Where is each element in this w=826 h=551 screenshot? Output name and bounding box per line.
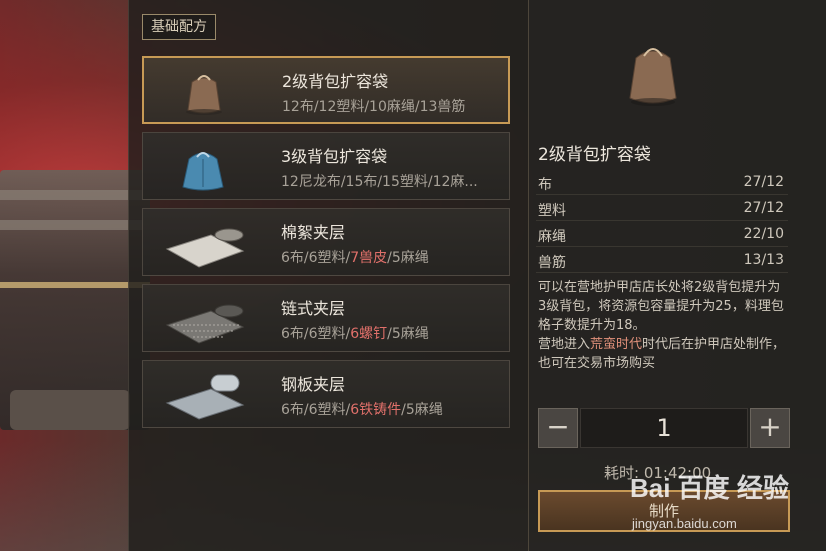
stat-row: 麻绳 22/10	[536, 224, 788, 247]
detail-title: 2级背包扩容袋	[538, 145, 651, 165]
brown-bag-icon	[629, 48, 677, 106]
recipe-materials: 12布/12塑料/10麻绳/13兽筋	[282, 99, 466, 115]
stat-label: 兽筋	[538, 255, 566, 271]
recipe-materials: 6布/6塑料/6螺钉/5麻绳	[281, 326, 429, 342]
stat-label: 布	[538, 177, 552, 193]
fabric-pile	[10, 390, 130, 430]
recipe-name: 2级背包扩容袋	[282, 72, 389, 91]
recipe-name: 钢板夹层	[281, 375, 346, 394]
decrease-button[interactable]: −	[538, 408, 578, 448]
increase-button[interactable]: +	[750, 408, 790, 448]
recipe-name: 链式夹层	[281, 299, 346, 318]
chain-layer-icon	[165, 304, 245, 344]
quantity-stepper[interactable]: − 1 +	[538, 408, 790, 448]
stat-label: 塑料	[538, 203, 566, 219]
craft-button[interactable]: 制作	[538, 490, 790, 532]
stat-value: 27/12	[743, 200, 784, 216]
recipe-materials: 12尼龙布/15布/15塑料/12麻...	[281, 174, 478, 190]
stat-value: 22/10	[743, 226, 784, 242]
quantity-value[interactable]: 1	[580, 408, 748, 448]
recipe-name: 3级背包扩容袋	[281, 147, 388, 166]
section-tag[interactable]: 基础配方	[142, 14, 216, 40]
recipe-item-钢板夹层[interactable]: 钢板夹层 6布/6塑料/6铁铸件/5麻绳	[142, 360, 510, 428]
steel-plate-icon	[165, 374, 245, 420]
stat-label: 麻绳	[538, 229, 566, 245]
stat-row: 兽筋 13/13	[536, 250, 788, 273]
brown-bag-icon	[186, 75, 222, 115]
blue-bag-icon	[182, 152, 224, 191]
stat-value: 13/13	[743, 252, 784, 268]
recipe-name: 棉絮夹层	[281, 223, 346, 242]
recipe-materials: 6布/6塑料/7兽皮/5麻绳	[281, 250, 429, 266]
stat-value: 27/12	[743, 174, 784, 190]
recipe-item-棉絮夹层[interactable]: 棉絮夹层 6布/6塑料/7兽皮/5麻绳	[142, 208, 510, 276]
recipe-item-链式夹层[interactable]: 链式夹层 6布/6塑料/6螺钉/5麻绳	[142, 284, 510, 352]
recipe-item-3级背包扩容袋[interactable]: 3级背包扩容袋 12尼龙布/15布/15塑料/12麻...	[142, 132, 510, 200]
recipe-item-2级背包扩容袋[interactable]: 2级背包扩容袋 12布/12塑料/10麻绳/13兽筋	[142, 56, 510, 124]
cotton-layer-icon	[165, 228, 245, 268]
craft-time: 耗时: 01:42:00	[604, 464, 712, 482]
stat-row: 塑料 27/12	[536, 198, 788, 221]
item-description[interactable]: 可以在营地护甲店店长处将2级背包提升为3级背包，将资源包容量提升为25，料理包格…	[538, 278, 786, 368]
recipe-materials: 6布/6塑料/6铁铸件/5麻绳	[281, 402, 443, 418]
stat-row: 布 27/12	[536, 172, 788, 195]
